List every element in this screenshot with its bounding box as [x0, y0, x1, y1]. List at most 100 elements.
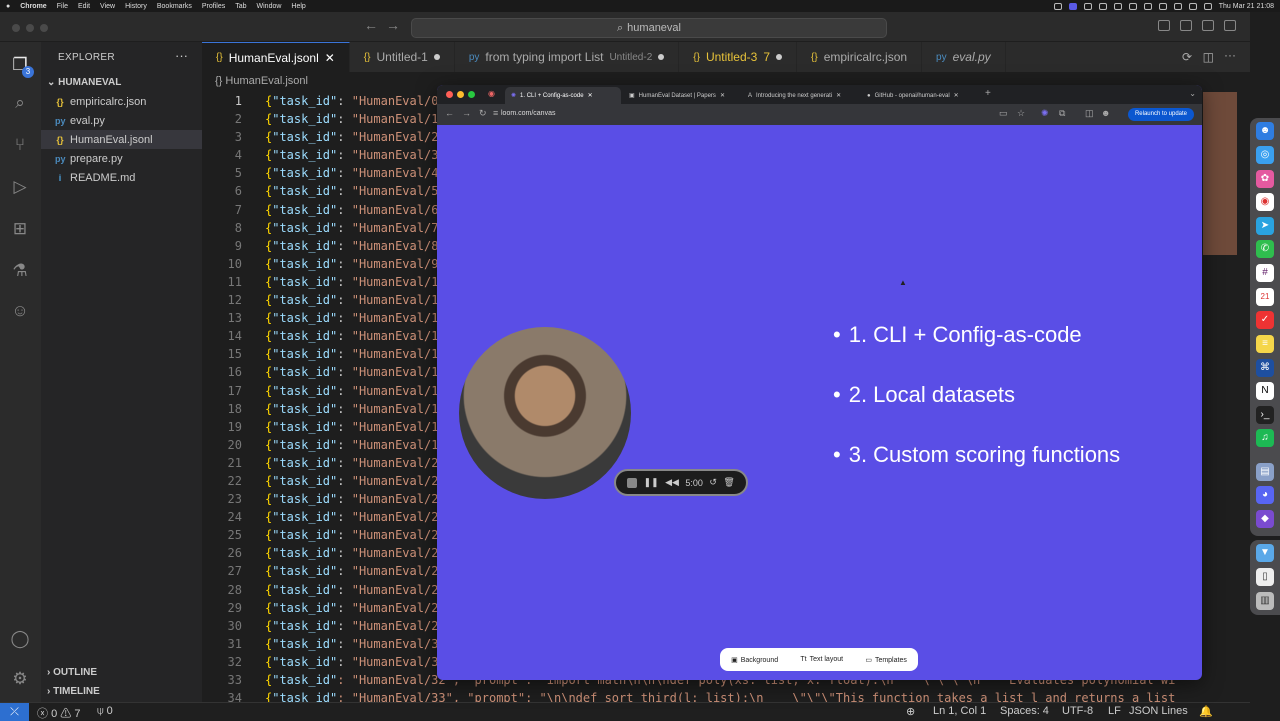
bluetooth-icon[interactable] [1143, 2, 1152, 10]
source-control-icon[interactable]: ⑂ [9, 134, 31, 156]
split-editor-icon[interactable]: ◫ [1203, 50, 1214, 64]
unsaved-dot-icon[interactable] [776, 54, 782, 60]
testing-icon[interactable]: ⚗ [9, 260, 31, 282]
notion-icon[interactable]: N [1256, 382, 1274, 400]
notifications-icon[interactable]: 🔔 [1199, 705, 1213, 718]
bookmark-star-icon[interactable]: ☆ [1017, 108, 1025, 119]
terminal-icon[interactable]: ›_ [1256, 406, 1274, 424]
notes-icon[interactable]: ≡ [1256, 335, 1274, 353]
close-icon[interactable]: ✕ [954, 92, 959, 99]
recording-status-icon[interactable] [1068, 2, 1077, 10]
remote-indicator-icon[interactable]: ⤫ [0, 703, 29, 721]
app-status-icon[interactable] [1113, 2, 1122, 10]
restart-icon[interactable]: ↺ [709, 477, 717, 488]
folder-header[interactable]: ⌄ HUMANEVAL [47, 77, 121, 88]
tab-eval-py[interactable]: py eval.py [922, 42, 1006, 72]
browser-tab[interactable]: ● GitHub - openai/human-eval ✕ [861, 87, 979, 104]
discord-icon[interactable]: ◕ [1256, 486, 1274, 504]
rewind-icon[interactable]: ◀◀ [665, 477, 679, 488]
document-icon[interactable]: ▯ [1256, 568, 1274, 586]
trash-icon[interactable]: 🗑 [723, 477, 734, 488]
more-actions-icon[interactable]: ··· [1224, 48, 1236, 62]
menu-history[interactable]: History [125, 3, 147, 10]
address-bar[interactable]: loom.com/canvas [501, 110, 555, 117]
run-debug-icon[interactable]: ▷ [9, 176, 31, 198]
manage-gear-icon[interactable]: ⚙ [9, 668, 31, 690]
telegram-icon[interactable]: ➤ [1256, 217, 1274, 235]
line-ending[interactable]: LF [1108, 705, 1121, 717]
file-item[interactable]: i README.md [41, 168, 202, 187]
search-icon[interactable] [1188, 2, 1197, 10]
apple-icon[interactable]: ● [6, 3, 10, 10]
unsaved-dot-icon[interactable] [658, 54, 665, 60]
accounts-icon[interactable]: ◯ [9, 628, 31, 650]
menu-help[interactable]: Help [291, 3, 305, 10]
relaunch-button[interactable]: Relaunch to update [1127, 108, 1194, 121]
app-status-icon[interactable] [1098, 2, 1107, 10]
indentation[interactable]: Spaces: 4 [1000, 705, 1049, 717]
back-arrow-icon[interactable]: ← [364, 17, 378, 33]
slack-icon[interactable]: # [1256, 264, 1274, 282]
toggle-sidebar-icon[interactable] [1158, 20, 1170, 31]
menu-tab[interactable]: Tab [235, 3, 246, 10]
stop-icon[interactable] [627, 477, 638, 488]
battery-icon[interactable] [1158, 2, 1167, 10]
menu-view[interactable]: View [100, 3, 115, 10]
window-minimize-button[interactable] [26, 24, 34, 32]
extensions-icon[interactable]: ⊞ [9, 218, 31, 240]
zoom-icon[interactable]: ⊕ [906, 705, 915, 718]
window-zoom-button[interactable] [40, 24, 48, 32]
whatsapp-icon[interactable]: ✆ [1256, 240, 1274, 258]
webcam-bubble[interactable] [459, 327, 631, 499]
timeline-section[interactable]: › TIMELINE [47, 686, 100, 697]
app-status-icon[interactable] [1128, 2, 1137, 10]
photos-icon[interactable]: ✿ [1256, 170, 1274, 188]
control-center-icon[interactable] [1203, 2, 1212, 10]
ports-indicator[interactable]: ⍦ 0 [97, 705, 113, 718]
app-icon[interactable]: ◆ [1256, 510, 1274, 528]
file-item-selected[interactable]: {} HumanEval.jsonl [41, 130, 202, 149]
app-status-icon[interactable] [1053, 2, 1062, 10]
app-status-icon[interactable] [1083, 2, 1092, 10]
outline-section[interactable]: › OUTLINE [47, 667, 97, 678]
toggle-panel-icon[interactable] [1180, 20, 1192, 31]
loom-extension-icon[interactable]: ✺ [1041, 108, 1049, 119]
side-panel-icon[interactable]: ◫ [1085, 108, 1094, 119]
browser-tab-active[interactable]: ✺ 1. CLI + Config-as-code ✕ [505, 87, 621, 104]
file-item[interactable]: py eval.py [41, 111, 202, 130]
tab-untitled-3[interactable]: {} Untitled-3 7 [679, 42, 797, 72]
tab-humaneval[interactable]: {} HumanEval.jsonl ✕ [202, 42, 350, 72]
safari-icon[interactable]: ◎ [1256, 146, 1274, 164]
close-icon[interactable]: ✕ [836, 92, 841, 99]
browser-zoom-button[interactable] [468, 91, 475, 98]
encoding[interactable]: UTF-8 [1062, 705, 1093, 717]
extensions-icon[interactable]: ⧉ [1059, 108, 1065, 119]
tab-untitled-2[interactable]: py from typing import List Untitled-2 [455, 42, 680, 72]
file-item[interactable]: py prepare.py [41, 149, 202, 168]
todo-icon[interactable]: ✓ [1256, 311, 1274, 329]
forward-arrow-icon[interactable]: → [462, 108, 471, 118]
close-icon[interactable]: ✕ [325, 51, 335, 65]
text-layout-button[interactable]: Tt Text layout [800, 656, 843, 663]
language-mode[interactable]: JSON Lines [1129, 705, 1188, 717]
menu-window[interactable]: Window [257, 3, 282, 10]
trash-icon[interactable]: ▥ [1256, 592, 1274, 610]
back-arrow-icon[interactable]: ← [445, 108, 454, 118]
tab-empiricalrc[interactable]: {} empiricalrc.json [797, 42, 923, 72]
close-icon[interactable]: ✕ [588, 87, 593, 104]
wifi-icon[interactable] [1173, 2, 1182, 10]
vscode-icon[interactable]: ⌘ [1256, 359, 1274, 377]
pause-icon[interactable]: ❚❚ [644, 477, 659, 488]
chrome-icon[interactable]: ◉ [1256, 193, 1274, 211]
unsaved-dot-icon[interactable] [433, 54, 440, 60]
menu-profiles[interactable]: Profiles [202, 3, 225, 10]
forward-arrow-icon[interactable]: → [386, 17, 400, 33]
downloads-folder-icon[interactable]: ▼ [1256, 544, 1274, 562]
finder-icon[interactable]: ☻ [1256, 122, 1274, 140]
menu-edit[interactable]: Edit [78, 3, 90, 10]
close-icon[interactable]: ✕ [720, 92, 725, 99]
breadcrumb[interactable]: {} HumanEval.jsonl [215, 75, 308, 87]
menu-bookmarks[interactable]: Bookmarks [157, 3, 192, 10]
tab-search-icon[interactable]: ⌄ [1189, 89, 1196, 98]
copilot-icon[interactable]: ☺ [9, 300, 31, 322]
